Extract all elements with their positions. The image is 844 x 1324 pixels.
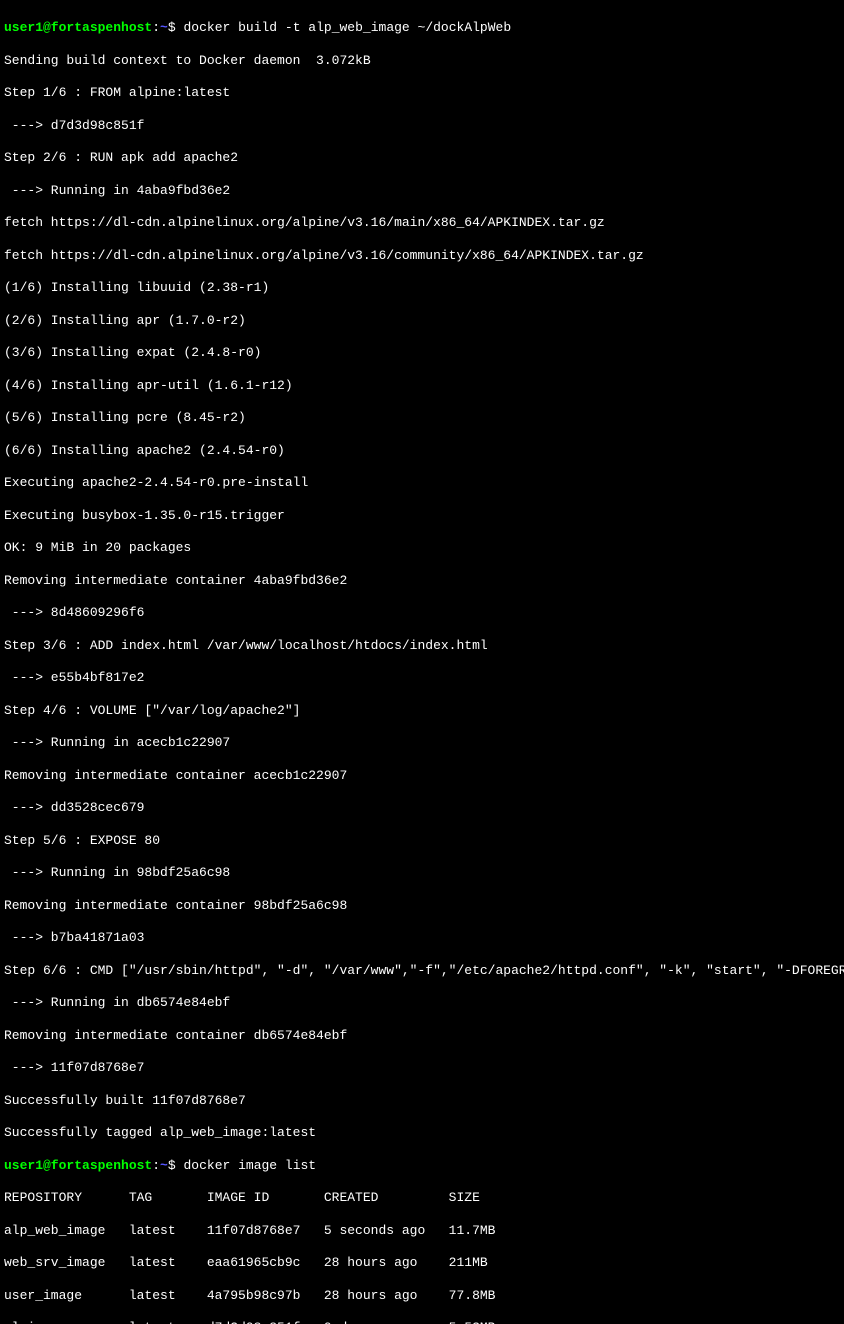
prompt-user-host: user1@fortaspenhost xyxy=(4,1158,152,1173)
output-line: Step 4/6 : VOLUME ["/var/log/apache2"] xyxy=(4,703,840,719)
output-line: Removing intermediate container 98bdf25a… xyxy=(4,898,840,914)
prompt-path: ~ xyxy=(160,1158,168,1173)
table-row: user_image latest 4a795b98c97b 28 hours … xyxy=(4,1288,840,1304)
output-line: Step 3/6 : ADD index.html /var/www/local… xyxy=(4,638,840,654)
output-line: (1/6) Installing libuuid (2.38-r1) xyxy=(4,280,840,296)
output-line: (3/6) Installing expat (2.4.8-r0) xyxy=(4,345,840,361)
prompt-dollar: $ xyxy=(168,1158,176,1173)
output-line: ---> b7ba41871a03 xyxy=(4,930,840,946)
output-line: fetch https://dl-cdn.alpinelinux.org/alp… xyxy=(4,248,840,264)
command-build-text: docker build -t alp_web_image ~/dockAlpW… xyxy=(183,20,511,35)
output-line: Step 2/6 : RUN apk add apache2 xyxy=(4,150,840,166)
output-line: (6/6) Installing apache2 (2.4.54-r0) xyxy=(4,443,840,459)
output-line: fetch https://dl-cdn.alpinelinux.org/alp… xyxy=(4,215,840,231)
prompt-sep: : xyxy=(152,20,160,35)
output-line: ---> Running in 98bdf25a6c98 xyxy=(4,865,840,881)
output-line: Removing intermediate container 4aba9fbd… xyxy=(4,573,840,589)
output-line: (5/6) Installing pcre (8.45-r2) xyxy=(4,410,840,426)
output-line: Successfully built 11f07d8768e7 xyxy=(4,1093,840,1109)
output-line: Removing intermediate container acecb1c2… xyxy=(4,768,840,784)
command-spacer xyxy=(176,1158,184,1173)
output-line: ---> e55b4bf817e2 xyxy=(4,670,840,686)
output-line: ---> 8d48609296f6 xyxy=(4,605,840,621)
output-line: ---> 11f07d8768e7 xyxy=(4,1060,840,1076)
table-header: REPOSITORY TAG IMAGE ID CREATED SIZE xyxy=(4,1190,840,1206)
prompt-dollar: $ xyxy=(168,20,176,35)
output-line: (4/6) Installing apr-util (1.6.1-r12) xyxy=(4,378,840,394)
prompt-path: ~ xyxy=(160,20,168,35)
output-line: ---> d7d3d98c851f xyxy=(4,118,840,134)
output-line: Step 5/6 : EXPOSE 80 xyxy=(4,833,840,849)
prompt-user-host: user1@fortaspenhost xyxy=(4,20,152,35)
output-line: ---> Running in 4aba9fbd36e2 xyxy=(4,183,840,199)
prompt-line-1: user1@fortaspenhost:~$ docker build -t a… xyxy=(4,20,840,36)
prompt-line-2: user1@fortaspenhost:~$ docker image list xyxy=(4,1158,840,1174)
output-line: Successfully tagged alp_web_image:latest xyxy=(4,1125,840,1141)
output-line: Step 6/6 : CMD ["/usr/sbin/httpd", "-d",… xyxy=(4,963,840,979)
table-row: alpine latest d7d3d98c851f 9 days ago 5.… xyxy=(4,1320,840,1324)
output-line: Executing busybox-1.35.0-r15.trigger xyxy=(4,508,840,524)
output-line: Sending build context to Docker daemon 3… xyxy=(4,53,840,69)
output-line: ---> Running in db6574e84ebf xyxy=(4,995,840,1011)
output-line: Executing apache2-2.4.54-r0.pre-install xyxy=(4,475,840,491)
output-line: Removing intermediate container db6574e8… xyxy=(4,1028,840,1044)
terminal-output[interactable]: user1@fortaspenhost:~$ docker build -t a… xyxy=(4,4,840,1324)
output-line: (2/6) Installing apr (1.7.0-r2) xyxy=(4,313,840,329)
output-line: ---> Running in acecb1c22907 xyxy=(4,735,840,751)
prompt-sep: : xyxy=(152,1158,160,1173)
output-line: ---> dd3528cec679 xyxy=(4,800,840,816)
table-row: web_srv_image latest eaa61965cb9c 28 hou… xyxy=(4,1255,840,1271)
command-list-text: docker image list xyxy=(183,1158,316,1173)
output-line: Step 1/6 : FROM alpine:latest xyxy=(4,85,840,101)
table-row: alp_web_image latest 11f07d8768e7 5 seco… xyxy=(4,1223,840,1239)
output-line: OK: 9 MiB in 20 packages xyxy=(4,540,840,556)
